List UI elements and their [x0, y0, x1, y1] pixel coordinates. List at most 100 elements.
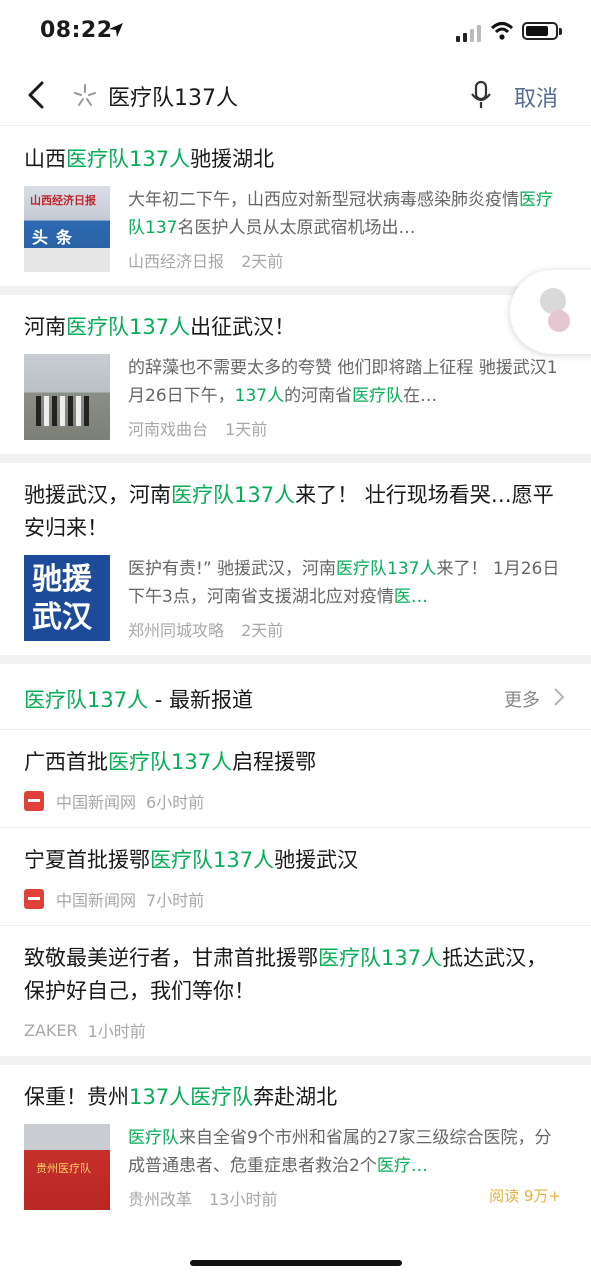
source-logo-icon	[24, 889, 44, 909]
text-segment: 驰援湖北	[190, 147, 275, 171]
result-title[interactable]: 山西医疗队137人驰援湖北	[24, 143, 567, 176]
result-source: 贵州改革	[128, 1190, 193, 1209]
highlight-text: 医疗队137人	[66, 147, 191, 171]
text-segment: 驰援武汉	[274, 848, 359, 872]
result-card[interactable]: 河南医疗队137人出征武汉！ 的辞藻也不需要太多的夸赞 他们即将踏上征程 驰援武…	[0, 295, 591, 463]
thumb-caption: 头条	[32, 228, 81, 247]
news-source: 中国新闻网	[56, 891, 137, 910]
result-time: 1天前	[225, 420, 268, 439]
status-bar: 08:22	[0, 0, 591, 62]
news-meta: 中国新闻网 6小时前	[24, 789, 567, 813]
result-thumbnail: 驰援 武汉	[24, 555, 110, 641]
chevron-right-icon[interactable]	[552, 686, 566, 708]
text-segment: 医护有责!” 驰援武汉，河南	[128, 559, 337, 579]
text-segment: 宁夏首批援鄂	[24, 848, 150, 872]
news-time: 1小时前	[87, 1022, 146, 1041]
search-bar: 医疗队137人 取消	[0, 62, 591, 126]
thumb-caption-top: 山西经济日报	[30, 194, 96, 207]
result-card[interactable]: 山西医疗队137人驰援湖北 山西经济日报 头条 大年初二下午，山西应对新型冠状病…	[0, 127, 591, 295]
highlight-text: 医疗队137人	[108, 750, 233, 774]
result-title[interactable]: 保重！贵州137人医疗队奔赴湖北	[24, 1081, 567, 1114]
text-segment: 名医护人员从太原武宿机场出…	[177, 218, 416, 238]
result-title[interactable]: 河南医疗队137人出征武汉！	[24, 311, 567, 344]
highlight-text: 医疗队137人	[24, 688, 149, 712]
home-indicator[interactable]	[190, 1260, 402, 1266]
text-segment: 奔赴湖北	[253, 1085, 338, 1109]
highlight-text: 医疗队137人	[66, 315, 191, 339]
news-item[interactable]: 致敬最美逆行者，甘肃首批援鄂医疗队137人抵达武汉，保护好自己，我们等你！ ZA…	[0, 926, 591, 1056]
wifi-icon	[490, 22, 514, 40]
floating-window-button[interactable]	[510, 270, 591, 354]
result-summary: 的辞藻也不需要太多的夸赞 他们即将踏上征程 驰援武汉1月26日下午，137人的河…	[128, 354, 567, 410]
thumb-caption: 贵州医疗队	[36, 1162, 91, 1175]
location-arrow-icon	[109, 23, 123, 37]
highlight-text: 医疗队137人	[171, 483, 296, 507]
result-time: 2天前	[241, 621, 284, 640]
latest-news-title: 医疗队137人 - 最新报道	[24, 684, 253, 714]
text-segment: 致敬最美逆行者，甘肃首批援鄂	[24, 946, 318, 970]
result-source: 郑州同城攻略	[128, 621, 225, 640]
text-segment: 来自全省9个市州和省属的27家三级综合医院，分成普通患者、危重症患者救治2个	[128, 1128, 552, 1176]
text-segment: 启程援鄂	[232, 750, 317, 774]
search-input[interactable]: 医疗队137人	[108, 80, 238, 112]
news-source: 中国新闻网	[56, 793, 137, 812]
highlight-text: 医疗队137人	[318, 946, 443, 970]
text-segment: - 最新报道	[148, 688, 254, 712]
highlight-text: 医疗队137人	[336, 559, 437, 579]
news-item[interactable]: 广西首批医疗队137人启程援鄂 中国新闻网 6小时前	[0, 730, 591, 828]
news-title[interactable]: 致敬最美逆行者，甘肃首批援鄂医疗队137人抵达武汉，保护好自己，我们等你！	[24, 942, 567, 1008]
status-time: 08:22	[40, 18, 113, 43]
highlight-text: 医疗队137人	[150, 848, 275, 872]
result-card[interactable]: 驰援武汉，河南医疗队137人来了！ 壮行现场看哭…愿平安归来！ 驰援 武汉 医护…	[0, 463, 591, 664]
search-sparkle-icon	[74, 84, 96, 106]
read-count: 阅读 9万+	[489, 1187, 561, 1205]
text-segment: 在…	[403, 386, 438, 406]
search-results: 山西医疗队137人驰援湖北 山西经济日报 头条 大年初二下午，山西应对新型冠状病…	[0, 127, 591, 1224]
result-time: 2天前	[241, 252, 284, 271]
news-title[interactable]: 广西首批医疗队137人启程援鄂	[24, 746, 567, 779]
text-segment: 保重！贵州	[24, 1085, 129, 1109]
result-thumbnail	[24, 354, 110, 440]
result-summary: 医护有责!” 驰援武汉，河南医疗队137人来了！ 1月26日下午3点，河南省支援…	[128, 555, 567, 611]
result-meta: 河南戏曲台 1天前	[128, 416, 567, 440]
text-segment: 大年初二下午，山西应对新型冠状病毒感染肺炎疫情	[128, 190, 519, 210]
result-summary: 大年初二下午，山西应对新型冠状病毒感染肺炎疫情医疗队137名医护人员从太原武宿机…	[128, 186, 567, 242]
highlight-text: 医疗队	[352, 386, 404, 406]
highlight-text: 医…	[393, 587, 428, 607]
news-meta: ZAKER 1小时前	[24, 1018, 567, 1042]
floating-avatar	[548, 310, 570, 332]
cancel-button[interactable]: 取消	[514, 81, 558, 113]
latest-news-header: 医疗队137人 - 最新报道 更多	[0, 664, 591, 730]
news-meta: 中国新闻网 7小时前	[24, 887, 567, 911]
news-time: 6小时前	[146, 793, 205, 812]
news-time: 7小时前	[146, 891, 205, 910]
result-source: 河南戏曲台	[128, 420, 209, 439]
text-segment: 驰援武汉，河南	[24, 483, 171, 507]
signal-icon	[456, 24, 482, 42]
battery-icon	[522, 22, 562, 40]
news-source: ZAKER	[24, 1020, 78, 1040]
result-source: 山西经济日报	[128, 252, 225, 271]
result-card[interactable]: 保重！贵州137人医疗队奔赴湖北 贵州医疗队 医疗队来自全省9个市州和省属的27…	[0, 1065, 591, 1224]
thumb-caption: 驰援 武汉	[32, 562, 92, 635]
latest-news-section: 医疗队137人 - 最新报道 更多 广西首批医疗队137人启程援鄂 中国新闻网 …	[0, 664, 591, 1065]
text-segment: 出征武汉！	[190, 315, 296, 339]
result-meta: 郑州同城攻略 2天前	[128, 617, 567, 641]
text-segment: 的河南省	[284, 386, 353, 406]
highlight-text: 137人	[234, 386, 285, 406]
result-title[interactable]: 驰援武汉，河南医疗队137人来了！ 壮行现场看哭…愿平安归来！	[24, 479, 567, 545]
highlight-text: 医疗队	[128, 1128, 179, 1148]
news-item[interactable]: 宁夏首批援鄂医疗队137人驰援武汉 中国新闻网 7小时前	[0, 828, 591, 926]
highlight-text: 医疗…	[376, 1156, 428, 1176]
result-summary: 医疗队来自全省9个市州和省属的27家三级综合医院，分成普通患者、危重症患者救治2…	[128, 1124, 567, 1180]
result-time: 13小时前	[209, 1190, 278, 1209]
highlight-text: 137人医疗队	[129, 1085, 254, 1109]
back-chevron-icon[interactable]	[22, 78, 52, 112]
microphone-icon[interactable]	[468, 80, 494, 110]
more-link[interactable]: 更多	[504, 686, 540, 712]
text-segment: 河南	[24, 315, 66, 339]
source-logo-icon	[24, 791, 44, 811]
text-segment: 广西首批	[24, 750, 108, 774]
result-meta: 山西经济日报 2天前	[128, 248, 567, 272]
news-title[interactable]: 宁夏首批援鄂医疗队137人驰援武汉	[24, 844, 567, 877]
